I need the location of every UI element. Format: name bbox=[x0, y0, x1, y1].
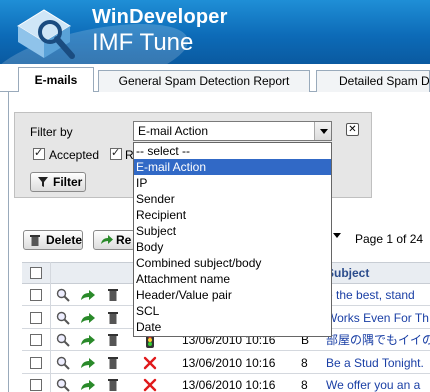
row-subject[interactable]: Works Even For Th bbox=[326, 308, 430, 328]
filter-button[interactable]: Filter bbox=[30, 172, 86, 192]
magnifier-icon[interactable] bbox=[56, 333, 70, 347]
dropdown-option-recipient[interactable]: Recipient bbox=[134, 207, 331, 223]
filter-field-select[interactable]: E-mail Action bbox=[133, 121, 332, 141]
filter-field-value: E-mail Action bbox=[138, 124, 209, 138]
trash-icon[interactable] bbox=[108, 311, 118, 324]
dropdown-option-sender[interactable]: Sender bbox=[134, 191, 331, 207]
close-filter-icon[interactable]: ✕ bbox=[346, 123, 359, 136]
page-size-chevron-icon[interactable] bbox=[333, 233, 341, 238]
row-subject[interactable]: Be a Stud Tonight. bbox=[326, 353, 430, 373]
app-header: WinDeveloper IMF Tune bbox=[0, 0, 430, 64]
dropdown-option-scl[interactable]: SCL bbox=[134, 303, 331, 319]
dropdown-option-ip[interactable]: IP bbox=[134, 175, 331, 191]
release-arrow-icon[interactable] bbox=[80, 379, 96, 391]
magnifier-icon[interactable] bbox=[56, 311, 70, 325]
rejected-checkbox[interactable] bbox=[110, 146, 122, 160]
dropdown-option-combined[interactable]: Combined subject/body bbox=[134, 255, 331, 271]
select-all-checkbox[interactable] bbox=[30, 267, 42, 279]
row-subject[interactable]: We offer you an a bbox=[326, 375, 430, 392]
table-row[interactable]: 13/06/2010 10:16 8 We offer you an a bbox=[22, 375, 430, 392]
row-checkbox[interactable] bbox=[30, 312, 42, 324]
tab-detailed-spam-report[interactable]: Detailed Spam Detection Report bbox=[316, 70, 430, 92]
row-subject[interactable]: 部屋の隅でもイイの bbox=[326, 330, 430, 350]
trash-icon[interactable] bbox=[108, 356, 118, 369]
row-subject[interactable]: e the best, stand bbox=[326, 285, 430, 305]
funnel-icon bbox=[38, 177, 48, 187]
row-scl: 8 bbox=[301, 378, 308, 392]
chevron-down-icon[interactable] bbox=[314, 122, 331, 140]
release-button-label: Re bbox=[116, 233, 132, 247]
green-arrow-icon bbox=[101, 235, 113, 244]
brand-top-text: WinDeveloper bbox=[92, 6, 228, 28]
row-checkbox[interactable] bbox=[30, 334, 42, 346]
dropdown-option-attachment[interactable]: Attachment name bbox=[134, 271, 331, 287]
release-arrow-icon[interactable] bbox=[80, 289, 96, 301]
trash-icon[interactable] bbox=[108, 333, 118, 346]
dropdown-option-email-action[interactable]: E-mail Action bbox=[134, 159, 331, 175]
tab-general-spam-report[interactable]: General Spam Detection Report bbox=[98, 70, 310, 92]
dropdown-option-subject[interactable]: Subject bbox=[134, 223, 331, 239]
windeveloper-logo-icon bbox=[17, 9, 75, 59]
release-button[interactable]: Re bbox=[93, 230, 135, 250]
release-arrow-icon[interactable] bbox=[80, 334, 96, 346]
trash-icon[interactable] bbox=[108, 378, 118, 391]
dropdown-option-body[interactable]: Body bbox=[134, 239, 331, 255]
pager-text: Page 1 of 24 bbox=[355, 232, 424, 246]
filter-field-dropdown[interactable]: -- select -- E-mail Action IP Sender Rec… bbox=[133, 142, 332, 337]
dropdown-option-header-value[interactable]: Header/Value pair bbox=[134, 287, 331, 303]
row-date: 13/06/2010 10:16 bbox=[182, 356, 276, 370]
delete-button[interactable]: Delete bbox=[23, 230, 83, 250]
trash-icon[interactable] bbox=[108, 288, 118, 301]
row-scl: 8 bbox=[301, 356, 308, 370]
filter-by-label: Filter by bbox=[30, 125, 73, 139]
trash-icon bbox=[30, 235, 40, 246]
delete-button-label: Delete bbox=[46, 233, 83, 247]
accepted-checkbox[interactable] bbox=[33, 146, 45, 160]
row-checkbox[interactable] bbox=[30, 379, 42, 391]
dropdown-option-select[interactable]: -- select -- bbox=[134, 143, 331, 159]
row-checkbox[interactable] bbox=[30, 357, 42, 369]
filter-button-label: Filter bbox=[53, 175, 83, 189]
row-date: 13/06/2010 10:16 bbox=[182, 378, 276, 392]
brand-bottom-text: IMF Tune bbox=[92, 29, 194, 56]
subject-column-header[interactable]: Subject bbox=[326, 266, 369, 280]
magnifier-icon[interactable] bbox=[56, 288, 70, 302]
rejected-x-icon bbox=[143, 356, 157, 370]
magnifier-icon[interactable] bbox=[56, 356, 70, 370]
release-arrow-icon[interactable] bbox=[80, 312, 96, 324]
release-arrow-icon[interactable] bbox=[80, 357, 96, 369]
dropdown-option-date[interactable]: Date bbox=[134, 319, 331, 335]
accepted-label: Accepted bbox=[49, 148, 100, 162]
table-row[interactable]: 13/06/2010 10:16 8 Be a Stud Tonight. bbox=[22, 353, 430, 374]
row-checkbox[interactable] bbox=[30, 289, 42, 301]
tab-bar: E-mails General Spam Detection Report De… bbox=[0, 64, 430, 93]
tab-emails[interactable]: E-mails bbox=[18, 67, 94, 93]
magnifier-icon[interactable] bbox=[56, 378, 70, 392]
rejected-x-icon bbox=[143, 378, 157, 392]
